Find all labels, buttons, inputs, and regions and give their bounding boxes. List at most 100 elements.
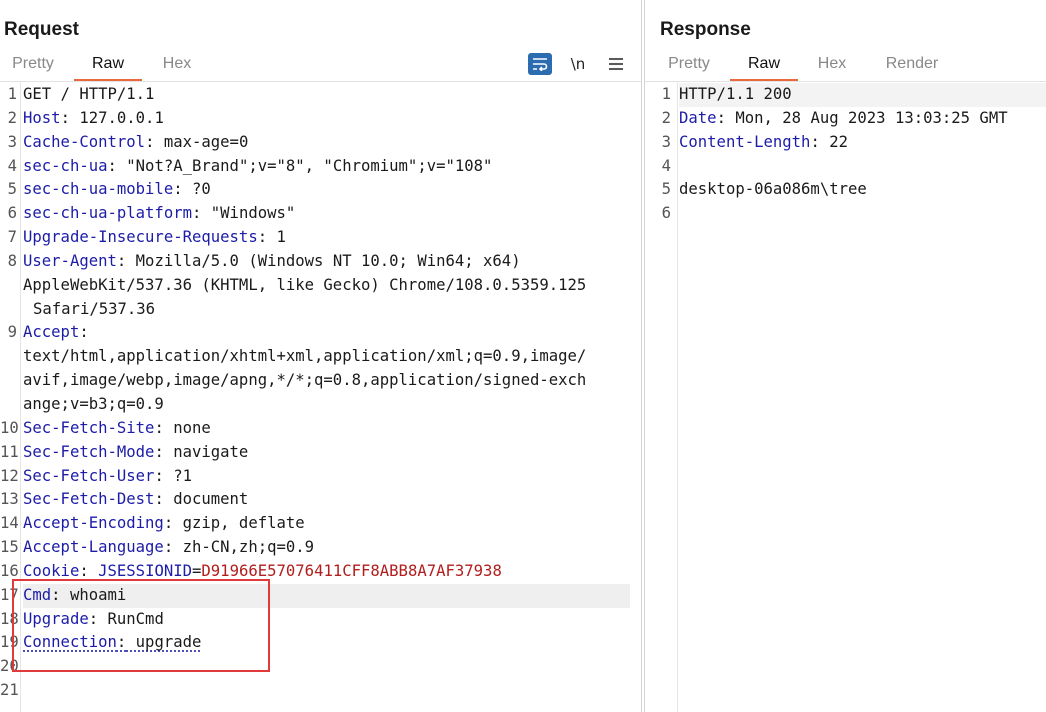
line-content: Accept: (23, 321, 630, 345)
code-line[interactable]: 18 Upgrade: RunCmd (0, 608, 630, 632)
line-text: AppleWebKit/537.36 (KHTML, like Gecko) C… (23, 275, 587, 294)
header-colon: : (192, 204, 202, 223)
line-number: 17 (0, 585, 19, 604)
header-name: Sec-Fetch-Site (23, 418, 155, 437)
wrap-lines-button[interactable] (528, 53, 552, 75)
header-value: 22 (819, 132, 848, 151)
header-colon: : (154, 418, 164, 437)
tab-raw[interactable]: Raw (730, 55, 798, 81)
header-colon: : (60, 108, 70, 127)
hamburger-menu-icon (609, 58, 623, 70)
header-value: upgrade (126, 633, 202, 652)
line-content: Sec-Fetch-Mode: navigate (23, 441, 630, 465)
cookie-value: D91966E57076411CFF8ABB8A7AF37938 (201, 561, 502, 580)
response-panel: Response Pretty Raw Hex Render 1 HTTP/1.1… (645, 0, 1046, 712)
code-line[interactable]: 1 HTTP/1.1 200 (645, 83, 1046, 107)
tab-render[interactable]: Render (877, 55, 947, 80)
header-name: Upgrade-Insecure-Requests (23, 228, 258, 247)
code-line[interactable]: 13 Sec-Fetch-Dest: document (0, 488, 630, 512)
request-editor[interactable]: 1 GET / HTTP/1.1 2 Host: 127.0.0.1 3 Cache-Co… (0, 83, 630, 703)
line-number: 3 (661, 132, 671, 151)
header-value: gzip, deflate (173, 514, 305, 533)
code-line[interactable]: 6 (645, 202, 1046, 226)
header-name: Date (679, 108, 717, 127)
code-line[interactable]: 8 User-Agent: Mozilla/5.0 (Windows NT 10.… (0, 250, 630, 274)
wrap-lines-icon (533, 58, 548, 71)
code-line[interactable]: 4 sec-ch-ua: "Not?A_Brand";v="8", "Chromi… (0, 155, 630, 179)
line-content: Content-Length: 22 (679, 131, 1046, 155)
code-line[interactable]: 20 (0, 655, 630, 679)
header-value: whoami (60, 585, 127, 604)
code-line[interactable]: ange;v=b3;q=0.9 (0, 393, 630, 417)
tab-hex[interactable]: Hex (811, 55, 853, 80)
tab-pretty[interactable]: Pretty (655, 55, 723, 80)
code-line[interactable]: avif,image/webp,image/apng,*/*;q=0.8,app… (0, 369, 630, 393)
code-line[interactable]: 21 (0, 679, 630, 703)
line-number: 2 (661, 108, 671, 127)
menu-button[interactable] (604, 53, 628, 75)
code-line[interactable]: Safari/537.36 (0, 298, 630, 322)
line-text: avif,image/webp,image/apng,*/*;q=0.8,app… (23, 371, 587, 390)
line-content: sec-ch-ua: "Not?A_Brand";v="8", "Chromiu… (23, 155, 630, 179)
code-line[interactable]: 5 desktop-06a086m\tree (645, 178, 1046, 202)
line-content: GET / HTTP/1.1 (23, 83, 630, 107)
header-colon: : (163, 538, 174, 557)
code-line[interactable]: 3 Cache-Control: max-age=0 (0, 131, 630, 155)
code-line[interactable]: 11 Sec-Fetch-Mode: navigate (0, 441, 630, 465)
line-content: Upgrade: RunCmd (23, 608, 630, 632)
header-value: none (163, 418, 211, 437)
code-line[interactable]: 5 sec-ch-ua-mobile: ?0 (0, 178, 630, 202)
header-value: "Not?A_Brand";v="8", "Chromium";v="108" (116, 156, 493, 175)
code-line[interactable]: 6 sec-ch-ua-platform: "Windows" (0, 202, 630, 226)
line-number: 11 (0, 442, 19, 461)
line-content: Sec-Fetch-Site: none (23, 417, 630, 441)
newline-toggle-button[interactable]: \n (566, 53, 590, 75)
header-value: zh-CN,zh;q=0.9 (173, 538, 315, 557)
code-line[interactable]: 4 (645, 155, 1046, 179)
header-colon: : (51, 585, 61, 604)
code-line[interactable]: 16 Cookie: JSESSIONID=D91966E57076411CFF8… (0, 560, 630, 584)
line-text: ange;v=b3;q=0.9 (23, 394, 164, 413)
header-name: Cache-Control (23, 132, 146, 151)
code-line[interactable]: 2 Date: Mon, 28 Aug 2023 13:03:25 GMT (645, 107, 1046, 131)
code-line[interactable]: 1 GET / HTTP/1.1 (0, 83, 630, 107)
line-content: Cookie: JSESSIONID=D91966E57076411CFF8AB… (23, 560, 630, 584)
code-line[interactable]: 9 Accept: (0, 321, 630, 345)
code-line[interactable]: 3 Content-Length: 22 (645, 131, 1046, 155)
line-number: 8 (7, 251, 17, 270)
line-content: Upgrade-Insecure-Requests: 1 (23, 226, 630, 250)
line-content: Host: 127.0.0.1 (23, 107, 630, 131)
line-content: desktop-06a086m\tree (679, 178, 1046, 202)
tab-hex[interactable]: Hex (152, 55, 202, 80)
header-colon: : (88, 609, 99, 628)
line-number: 5 (661, 180, 671, 199)
tab-raw[interactable]: Raw (74, 55, 142, 81)
tab-pretty[interactable]: Pretty (4, 55, 62, 80)
code-line[interactable]: 10 Sec-Fetch-Site: none (0, 417, 630, 441)
code-line[interactable]: text/html,application/xhtml+xml,applicat… (0, 345, 630, 369)
code-line[interactable]: 2 Host: 127.0.0.1 (0, 107, 630, 131)
request-panel: Request Pretty Raw Hex \n 1 GET / HTTP/1.… (0, 0, 641, 712)
code-line[interactable]: 14 Accept-Encoding: gzip, deflate (0, 512, 630, 536)
response-tab-bar: Pretty Raw Hex Render (645, 52, 1046, 82)
header-colon: : (107, 156, 117, 175)
line-content: AppleWebKit/537.36 (KHTML, like Gecko) C… (23, 274, 630, 298)
code-line[interactable]: 12 Sec-Fetch-User: ?1 (0, 465, 630, 489)
code-line[interactable]: 7 Upgrade-Insecure-Requests: 1 (0, 226, 630, 250)
line-content: Accept-Encoding: gzip, deflate (23, 512, 630, 536)
header-colon: : (163, 514, 174, 533)
code-line[interactable]: 15 Accept-Language: zh-CN,zh;q=0.9 (0, 536, 630, 560)
line-number: 18 (0, 609, 19, 628)
header-value: document (163, 490, 249, 509)
header-name: Cookie (23, 561, 80, 580)
code-line[interactable]: AppleWebKit/537.36 (KHTML, like Gecko) C… (0, 274, 630, 298)
line-content: Connection: upgrade (23, 631, 630, 655)
code-line[interactable]: 17 Cmd: whoami (0, 583, 630, 608)
line-content: HTTP/1.1 200 (679, 83, 1046, 107)
line-content: avif,image/webp,image/apng,*/*;q=0.8,app… (23, 369, 630, 393)
response-editor[interactable]: 1 HTTP/1.1 200 2 Date: Mon, 28 Aug 2023 13:… (645, 83, 1046, 226)
header-colon: : (116, 633, 127, 652)
code-line[interactable]: 19 Connection: upgrade (0, 631, 630, 655)
line-text: GET / HTTP/1.1 (23, 85, 155, 103)
line-number: 4 (7, 156, 17, 175)
